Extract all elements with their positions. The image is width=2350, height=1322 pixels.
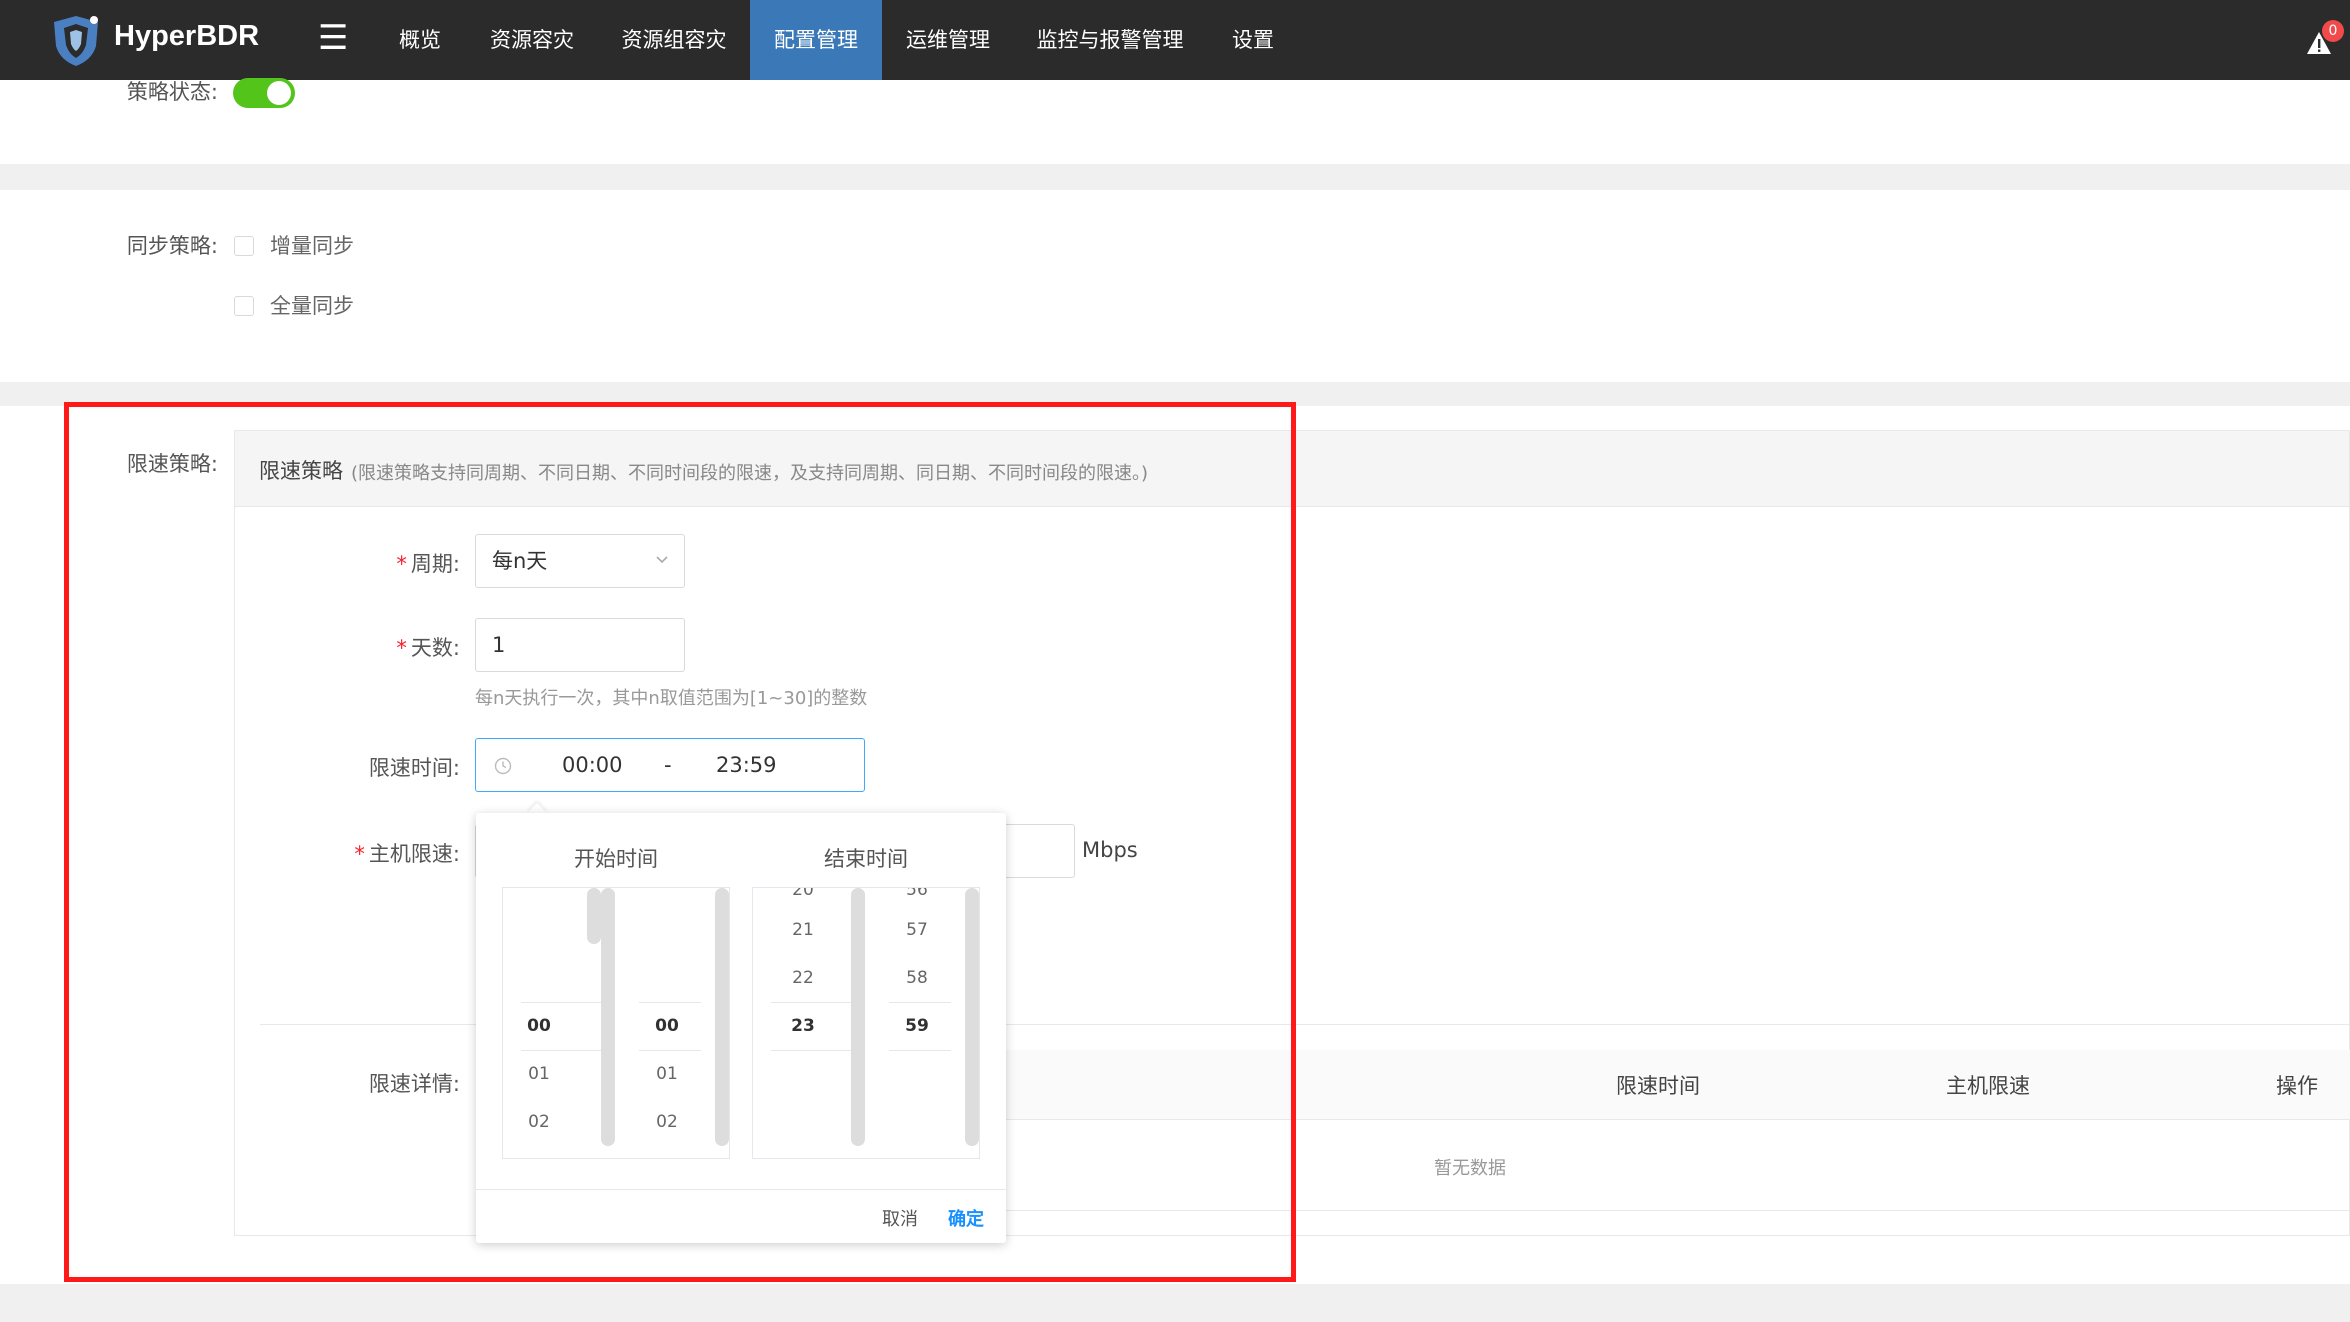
- nav-settings[interactable]: 设置: [1218, 0, 1288, 80]
- full-sync-checkbox[interactable]: [234, 296, 254, 316]
- sync-policy-card: 同步策略: 增量同步 全量同步: [0, 190, 2350, 382]
- hamburger-icon[interactable]: ☰: [318, 18, 348, 58]
- hyperbdr-logo-icon: [54, 16, 98, 66]
- nav-monitoring-alerts[interactable]: 监控与报警管理: [1030, 0, 1190, 80]
- sync-policy-label: 同步策略:: [126, 234, 218, 258]
- incremental-sync-label: 增量同步: [270, 234, 354, 258]
- top-navigation: HyperBDR ☰ 概览 资源容灾 资源组容灾 配置管理 运维管理 监控与报警…: [0, 0, 2350, 80]
- incremental-sync-checkbox[interactable]: [234, 236, 254, 256]
- nav-overview[interactable]: 概览: [380, 0, 460, 80]
- full-sync-label: 全量同步: [270, 294, 354, 318]
- nav-resource-dr[interactable]: 资源容灾: [470, 0, 594, 80]
- nav-config-management[interactable]: 配置管理: [750, 0, 882, 80]
- nav-ops-management[interactable]: 运维管理: [888, 0, 1008, 80]
- empty-data-text: 暂无数据: [1434, 1158, 1506, 1179]
- app-brand: HyperBDR: [114, 20, 260, 52]
- nav-resource-group-dr[interactable]: 资源组容灾: [604, 0, 744, 80]
- column-actions: 操作: [2276, 1074, 2318, 1098]
- policy-status-card: 策略状态:: [0, 80, 2350, 164]
- switch-knob: [267, 81, 291, 105]
- policy-status-switch[interactable]: [233, 78, 295, 108]
- policy-status-label: 策略状态:: [126, 80, 218, 104]
- alert-count-badge: 0: [2322, 20, 2344, 42]
- column-host-limit: 主机限速: [1946, 1074, 2030, 1098]
- column-limit-time: 限速时间: [1616, 1074, 1700, 1098]
- annotation-highlight-box: [64, 402, 1296, 1282]
